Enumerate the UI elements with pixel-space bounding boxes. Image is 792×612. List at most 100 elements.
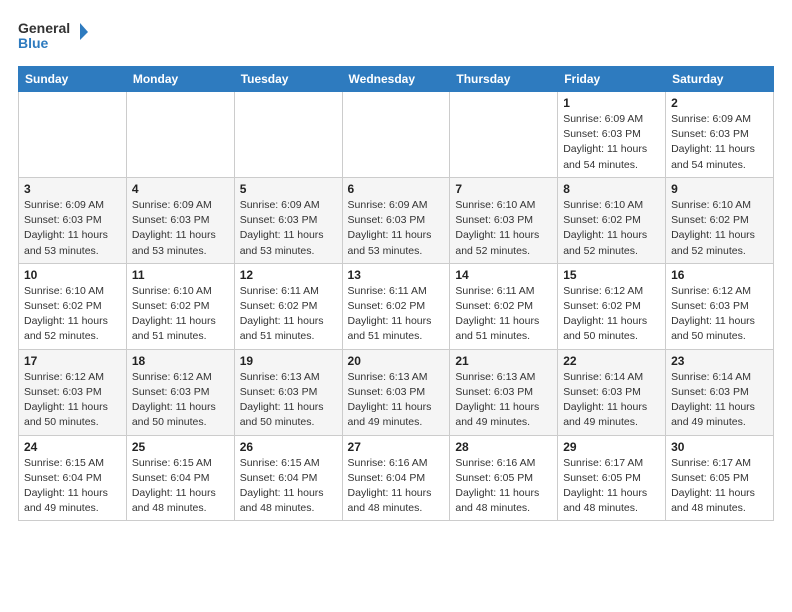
week-row-2: 3 Sunrise: 6:09 AMSunset: 6:03 PMDaylight…	[19, 177, 774, 263]
day-cell	[126, 92, 234, 178]
day-number: 10	[24, 268, 121, 282]
day-info: Sunrise: 6:13 AMSunset: 6:03 PMDaylight:…	[240, 370, 337, 431]
week-row-1: 1Sunrise: 6:09 AMSunset: 6:03 PMDaylight…	[19, 92, 774, 178]
day-cell: 26 Sunrise: 6:15 AMSunset: 6:04 PMDayligh…	[234, 435, 342, 521]
day-cell: 8 Sunrise: 6:10 AMSunset: 6:02 PMDaylight…	[558, 177, 666, 263]
day-number: 13	[348, 268, 445, 282]
day-header-thursday: Thursday	[450, 67, 558, 92]
day-cell: 14 Sunrise: 6:11 AMSunset: 6:02 PMDayligh…	[450, 263, 558, 349]
day-info: Sunrise: 6:15 AMSunset: 6:04 PMDaylight:…	[24, 456, 121, 517]
day-cell: 7Sunrise: 6:10 AMSunset: 6:03 PMDaylight…	[450, 177, 558, 263]
day-number: 20	[348, 354, 445, 368]
day-info: Sunrise: 6:10 AMSunset: 6:02 PMDaylight:…	[24, 284, 121, 345]
day-cell: 23 Sunrise: 6:14 AMSunset: 6:03 PMDayligh…	[666, 349, 774, 435]
day-info: Sunrise: 6:17 AMSunset: 6:05 PMDaylight:…	[563, 456, 660, 517]
header: General Blue	[18, 18, 774, 56]
day-info: Sunrise: 6:15 AMSunset: 6:04 PMDaylight:…	[240, 456, 337, 517]
day-info: Sunrise: 6:12 AMSunset: 6:03 PMDaylight:…	[671, 284, 768, 345]
logo-arrow	[80, 23, 88, 40]
day-cell	[234, 92, 342, 178]
day-cell: 30 Sunrise: 6:17 AMSunset: 6:05 PMDayligh…	[666, 435, 774, 521]
week-row-5: 24 Sunrise: 6:15 AMSunset: 6:04 PMDayligh…	[19, 435, 774, 521]
day-header-wednesday: Wednesday	[342, 67, 450, 92]
day-number: 28	[455, 440, 552, 454]
day-cell: 2 Sunrise: 6:09 AMSunset: 6:03 PMDaylight…	[666, 92, 774, 178]
day-info: Sunrise: 6:09 AMSunset: 6:03 PMDaylight:…	[563, 112, 660, 173]
day-number: 18	[132, 354, 229, 368]
day-cell: 20 Sunrise: 6:13 AMSunset: 6:03 PMDayligh…	[342, 349, 450, 435]
day-info: Sunrise: 6:12 AMSunset: 6:03 PMDaylight:…	[24, 370, 121, 431]
day-info: Sunrise: 6:09 AMSunset: 6:03 PMDaylight:…	[132, 198, 229, 259]
day-info: Sunrise: 6:09 AMSunset: 6:03 PMDaylight:…	[348, 198, 445, 259]
day-number: 23	[671, 354, 768, 368]
day-number: 7	[455, 182, 552, 196]
day-cell	[19, 92, 127, 178]
day-cell: 10 Sunrise: 6:10 AMSunset: 6:02 PMDayligh…	[19, 263, 127, 349]
day-header-monday: Monday	[126, 67, 234, 92]
day-cell: 21 Sunrise: 6:13 AMSunset: 6:03 PMDayligh…	[450, 349, 558, 435]
week-row-3: 10 Sunrise: 6:10 AMSunset: 6:02 PMDayligh…	[19, 263, 774, 349]
logo-text-blue: Blue	[18, 35, 49, 51]
day-header-saturday: Saturday	[666, 67, 774, 92]
day-cell: 28 Sunrise: 6:16 AMSunset: 6:05 PMDayligh…	[450, 435, 558, 521]
day-info: Sunrise: 6:09 AMSunset: 6:03 PMDaylight:…	[240, 198, 337, 259]
day-number: 2	[671, 96, 768, 110]
day-info: Sunrise: 6:16 AMSunset: 6:04 PMDaylight:…	[348, 456, 445, 517]
day-info: Sunrise: 6:09 AMSunset: 6:03 PMDaylight:…	[671, 112, 768, 173]
day-number: 27	[348, 440, 445, 454]
day-number: 12	[240, 268, 337, 282]
day-number: 4	[132, 182, 229, 196]
page: General Blue SundayMondayTuesdayWednesda…	[0, 0, 792, 539]
day-cell: 16 Sunrise: 6:12 AMSunset: 6:03 PMDayligh…	[666, 263, 774, 349]
logo-svg: General Blue	[18, 18, 88, 56]
day-cell: 9Sunrise: 6:10 AMSunset: 6:02 PMDaylight…	[666, 177, 774, 263]
header-row: SundayMondayTuesdayWednesdayThursdayFrid…	[19, 67, 774, 92]
day-number: 24	[24, 440, 121, 454]
day-number: 11	[132, 268, 229, 282]
day-cell: 17 Sunrise: 6:12 AMSunset: 6:03 PMDayligh…	[19, 349, 127, 435]
day-number: 8	[563, 182, 660, 196]
day-info: Sunrise: 6:10 AMSunset: 6:02 PMDaylight:…	[132, 284, 229, 345]
day-cell: 13Sunrise: 6:11 AMSunset: 6:02 PMDayligh…	[342, 263, 450, 349]
day-number: 5	[240, 182, 337, 196]
day-info: Sunrise: 6:13 AMSunset: 6:03 PMDaylight:…	[348, 370, 445, 431]
day-number: 22	[563, 354, 660, 368]
day-info: Sunrise: 6:17 AMSunset: 6:05 PMDaylight:…	[671, 456, 768, 517]
day-info: Sunrise: 6:10 AMSunset: 6:02 PMDaylight:…	[671, 198, 768, 259]
day-cell: 1Sunrise: 6:09 AMSunset: 6:03 PMDaylight…	[558, 92, 666, 178]
day-info: Sunrise: 6:16 AMSunset: 6:05 PMDaylight:…	[455, 456, 552, 517]
day-info: Sunrise: 6:11 AMSunset: 6:02 PMDaylight:…	[455, 284, 552, 345]
day-info: Sunrise: 6:13 AMSunset: 6:03 PMDaylight:…	[455, 370, 552, 431]
day-number: 30	[671, 440, 768, 454]
day-cell	[342, 92, 450, 178]
day-cell: 15Sunrise: 6:12 AMSunset: 6:02 PMDayligh…	[558, 263, 666, 349]
logo-text-general: General	[18, 20, 70, 36]
day-cell: 11 Sunrise: 6:10 AMSunset: 6:02 PMDayligh…	[126, 263, 234, 349]
day-number: 14	[455, 268, 552, 282]
day-info: Sunrise: 6:15 AMSunset: 6:04 PMDaylight:…	[132, 456, 229, 517]
day-number: 17	[24, 354, 121, 368]
calendar-table: SundayMondayTuesdayWednesdayThursdayFrid…	[18, 66, 774, 521]
day-info: Sunrise: 6:10 AMSunset: 6:02 PMDaylight:…	[563, 198, 660, 259]
day-cell: 12Sunrise: 6:11 AMSunset: 6:02 PMDayligh…	[234, 263, 342, 349]
day-cell: 24 Sunrise: 6:15 AMSunset: 6:04 PMDayligh…	[19, 435, 127, 521]
day-number: 19	[240, 354, 337, 368]
day-info: Sunrise: 6:14 AMSunset: 6:03 PMDaylight:…	[671, 370, 768, 431]
day-cell: 18 Sunrise: 6:12 AMSunset: 6:03 PMDayligh…	[126, 349, 234, 435]
logo: General Blue	[18, 18, 88, 56]
day-number: 6	[348, 182, 445, 196]
day-number: 3	[24, 182, 121, 196]
day-number: 21	[455, 354, 552, 368]
day-number: 16	[671, 268, 768, 282]
day-cell: 27 Sunrise: 6:16 AMSunset: 6:04 PMDayligh…	[342, 435, 450, 521]
day-number: 29	[563, 440, 660, 454]
day-number: 26	[240, 440, 337, 454]
day-cell: 22Sunrise: 6:14 AMSunset: 6:03 PMDayligh…	[558, 349, 666, 435]
day-info: Sunrise: 6:09 AMSunset: 6:03 PMDaylight:…	[24, 198, 121, 259]
day-cell: 29 Sunrise: 6:17 AMSunset: 6:05 PMDayligh…	[558, 435, 666, 521]
day-cell: 5 Sunrise: 6:09 AMSunset: 6:03 PMDaylight…	[234, 177, 342, 263]
day-header-sunday: Sunday	[19, 67, 127, 92]
day-info: Sunrise: 6:12 AMSunset: 6:03 PMDaylight:…	[132, 370, 229, 431]
day-cell: 19 Sunrise: 6:13 AMSunset: 6:03 PMDayligh…	[234, 349, 342, 435]
day-header-tuesday: Tuesday	[234, 67, 342, 92]
